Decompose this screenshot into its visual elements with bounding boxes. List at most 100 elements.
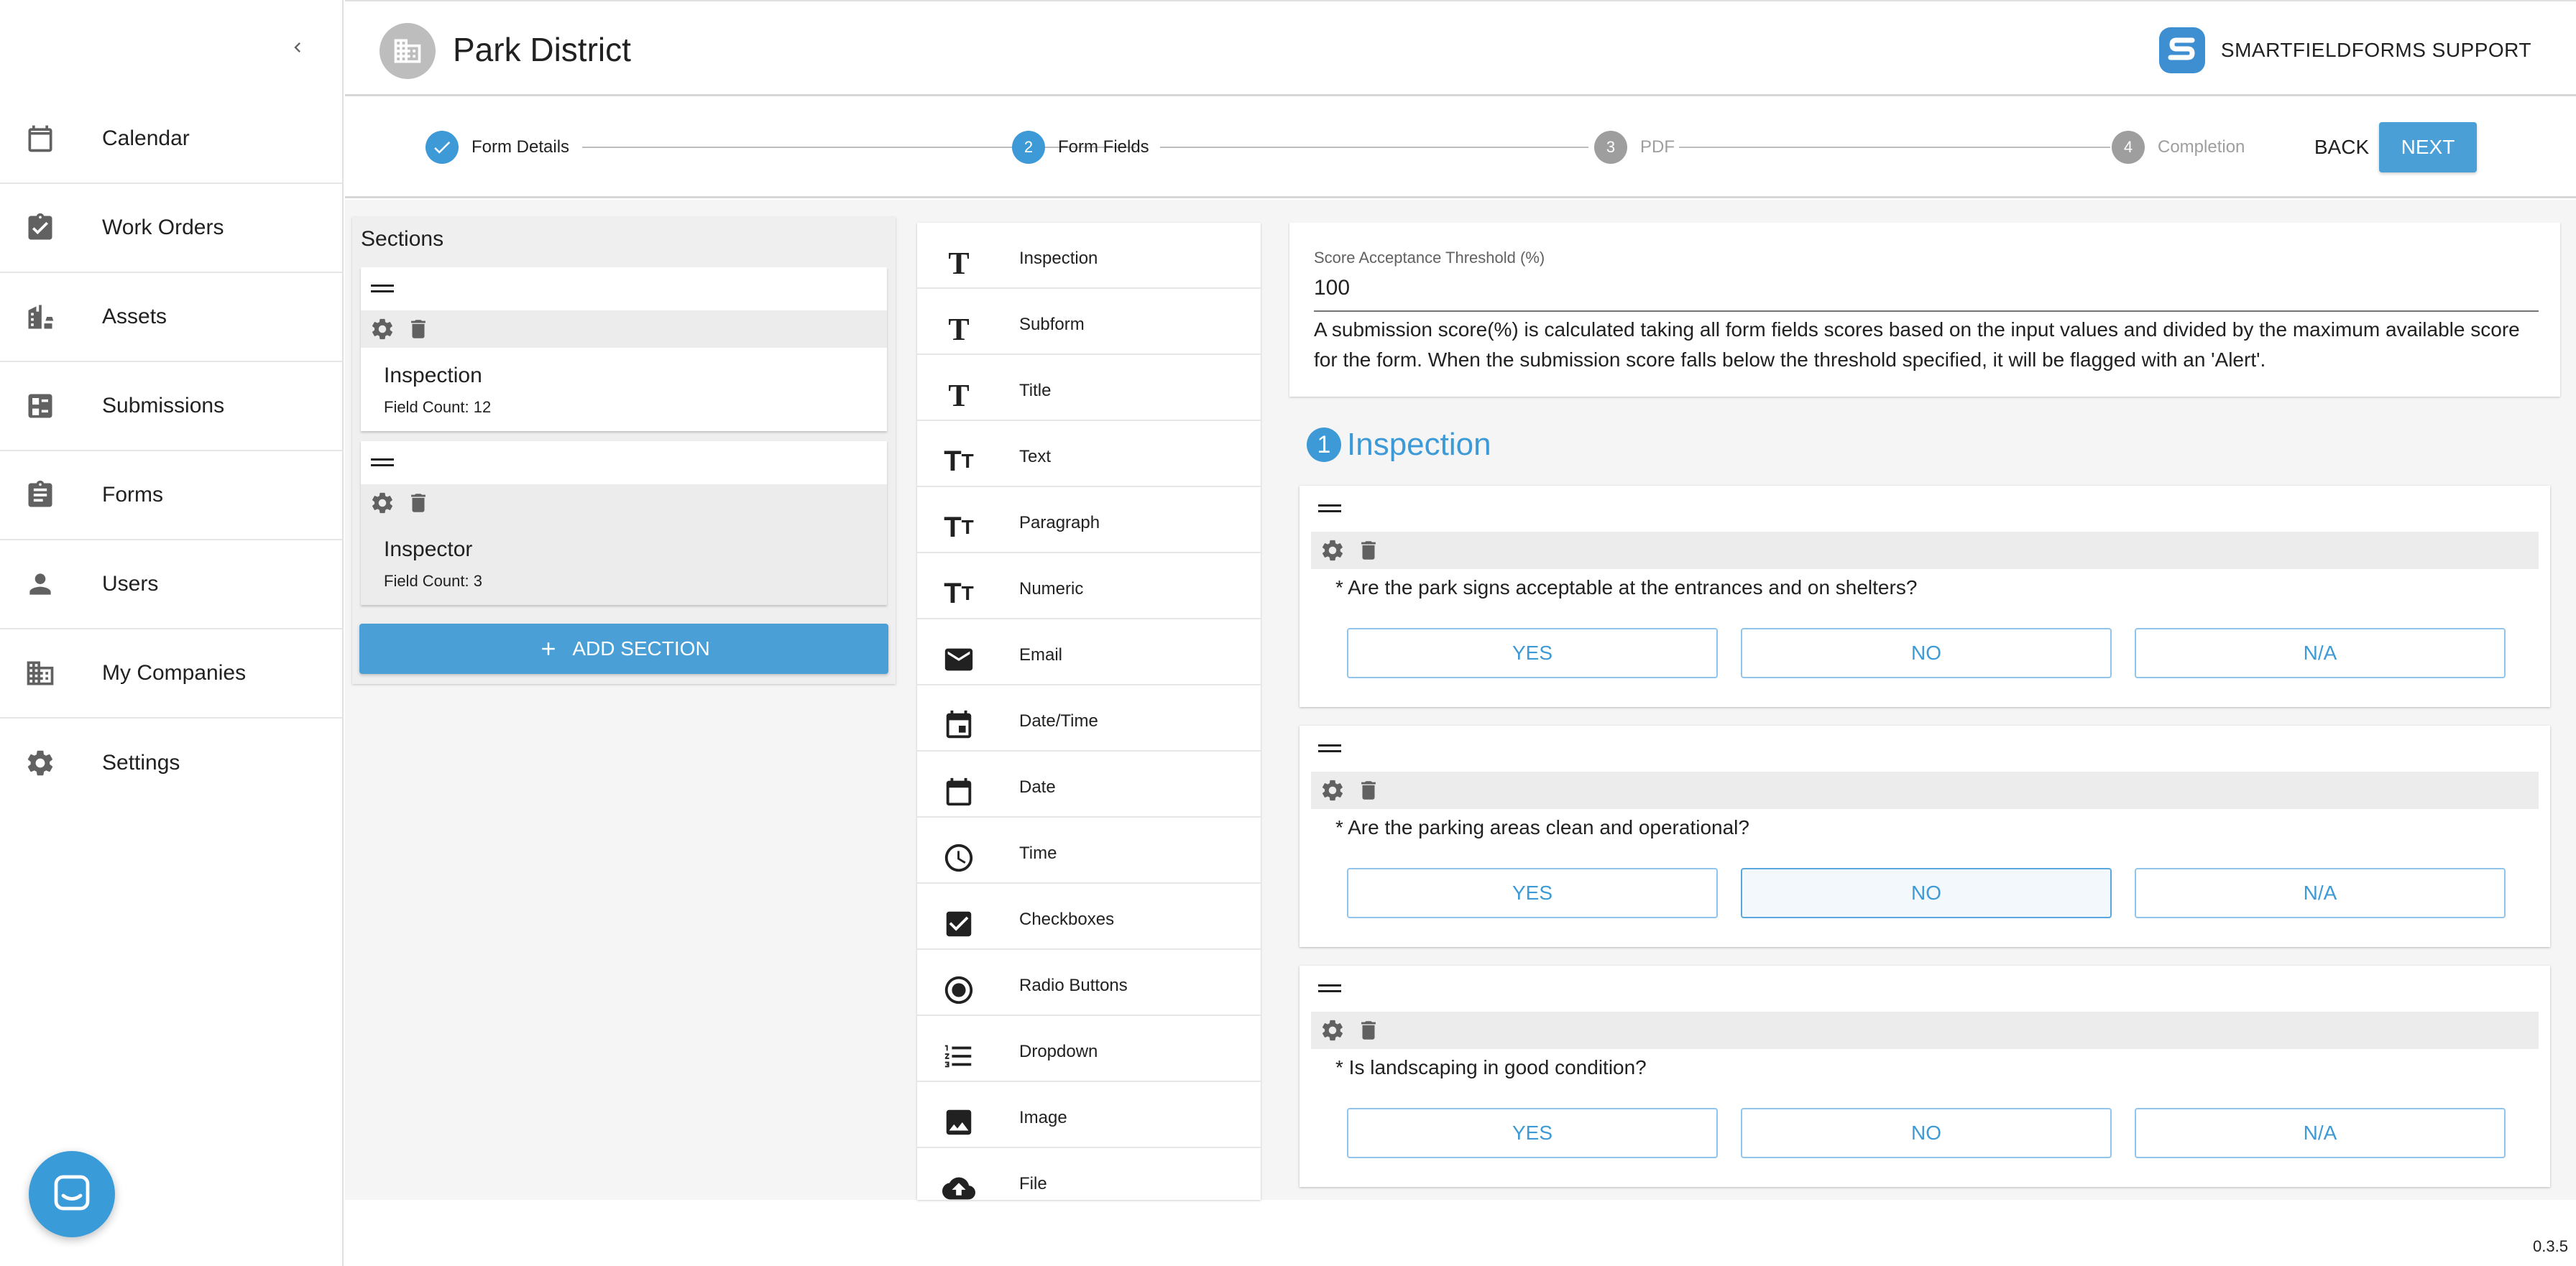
step-label: Form Fields: [1058, 137, 1149, 157]
next-button[interactable]: NEXT: [2379, 122, 2477, 172]
step-completion[interactable]: 4 Completion: [2106, 131, 2251, 164]
section-card[interactable]: Inspection Field Count: 12: [361, 267, 887, 431]
palette-item-radio-buttons[interactable]: Radio Buttons: [917, 950, 1261, 1016]
section-card-body[interactable]: Inspector Field Count: 3: [361, 522, 887, 605]
field-type-palette: T Inspection T Subform T Title TT Text T…: [917, 223, 1261, 1200]
gear-icon[interactable]: [368, 315, 397, 343]
section-card-body[interactable]: Inspection Field Count: 12: [361, 348, 887, 431]
sidebar-item-label: Assets: [102, 305, 167, 328]
app-version: 0.3.5: [2530, 1236, 2571, 1257]
sidebar-item-users[interactable]: Users: [0, 540, 342, 629]
add-section-button[interactable]: ADD SECTION: [359, 624, 888, 674]
drag-handle-icon[interactable]: [1317, 981, 1343, 996]
step-label: PDF: [1640, 137, 1675, 157]
palette-item-file[interactable]: File: [917, 1148, 1261, 1200]
step-form-details[interactable]: Form Details: [426, 131, 569, 164]
question-card[interactable]: * Are the park signs acceptable at the e…: [1300, 486, 2550, 707]
chat-icon: [54, 1175, 90, 1211]
image-icon: [940, 1104, 978, 1141]
clock-icon: [940, 839, 978, 877]
drag-handle-icon[interactable]: [369, 456, 395, 470]
section-actions: [361, 310, 887, 348]
option-na-button[interactable]: N/A: [2135, 1108, 2506, 1158]
gear-icon[interactable]: [1318, 776, 1347, 805]
question-card[interactable]: * Is landscaping in good condition? YES …: [1300, 966, 2550, 1187]
email-icon: [940, 641, 978, 678]
palette-item-dropdown[interactable]: Dropdown: [917, 1016, 1261, 1082]
palette-item-title[interactable]: T Title: [917, 355, 1261, 421]
building-icon: [394, 39, 421, 63]
palette-item-time[interactable]: Time: [917, 818, 1261, 884]
palette-item-label: Subform: [1019, 315, 1085, 334]
gear-icon[interactable]: [368, 489, 397, 517]
gear-icon[interactable]: [1318, 1016, 1347, 1045]
chat-launcher-button[interactable]: [29, 1151, 115, 1237]
threshold-card: Score Acceptance Threshold (%) 100 A sub…: [1289, 223, 2560, 397]
sidebar-item-forms[interactable]: Forms: [0, 451, 342, 540]
palette-item-text[interactable]: TT Text: [917, 421, 1261, 487]
palette-item-image[interactable]: Image: [917, 1082, 1261, 1148]
sidebar-item-label: Users: [102, 572, 159, 596]
palette-item-inspection[interactable]: T Inspection: [917, 223, 1261, 289]
sidebar: Calendar Work Orders Assets Submissions …: [0, 0, 344, 1266]
text-size-icon: TT: [944, 577, 974, 609]
option-na-button[interactable]: N/A: [2135, 868, 2506, 918]
page-title: Park District: [453, 31, 631, 68]
sidebar-item-work-orders[interactable]: Work Orders: [0, 184, 342, 273]
palette-item-label: Dropdown: [1019, 1042, 1098, 1061]
palette-item-label: Image: [1019, 1108, 1067, 1127]
palette-item-email[interactable]: Email: [917, 619, 1261, 685]
threshold-input-underline: [1314, 310, 2539, 312]
palette-item-paragraph[interactable]: TT Paragraph: [917, 487, 1261, 553]
palette-item-subform[interactable]: T Subform: [917, 289, 1261, 355]
palette-item-date[interactable]: Date: [917, 752, 1261, 818]
palette-item-label: Text: [1019, 447, 1052, 466]
sidebar-item-label: Calendar: [102, 126, 190, 150]
option-na-button[interactable]: N/A: [2135, 628, 2506, 678]
trash-icon[interactable]: [404, 489, 433, 517]
brand[interactable]: SMARTFIELDFORMS SUPPORT: [2156, 24, 2531, 76]
drag-handle-icon[interactable]: [369, 282, 395, 296]
user-icon: [24, 568, 56, 600]
option-no-button[interactable]: NO: [1741, 868, 2112, 918]
option-no-button[interactable]: NO: [1741, 628, 2112, 678]
back-button[interactable]: BACK: [2306, 124, 2378, 171]
trash-icon[interactable]: [1354, 536, 1383, 565]
drag-handle-icon[interactable]: [1317, 741, 1343, 756]
sidebar-item-submissions[interactable]: Submissions: [0, 362, 342, 451]
sidebar-item-settings[interactable]: Settings: [0, 719, 342, 808]
sidebar-item-assets[interactable]: Assets: [0, 273, 342, 362]
option-yes-button[interactable]: YES: [1347, 868, 1718, 918]
gear-icon[interactable]: [1318, 536, 1347, 565]
trash-icon[interactable]: [1354, 776, 1383, 805]
sections-title: Sections: [361, 227, 444, 251]
sidebar-item-label: Work Orders: [102, 216, 224, 239]
threshold-help-text: A submission score(%) is calculated taki…: [1314, 318, 2520, 371]
step-pdf[interactable]: 3 PDF: [1588, 131, 1680, 164]
palette-item-date-time[interactable]: Date/Time: [917, 685, 1261, 752]
collapse-sidebar-button[interactable]: [282, 32, 313, 63]
option-yes-button[interactable]: YES: [1347, 1108, 1718, 1158]
question-text: * Are the park signs acceptable at the e…: [1335, 576, 1918, 599]
option-no-button[interactable]: NO: [1741, 1108, 2112, 1158]
sidebar-item-label: Settings: [102, 751, 180, 775]
trash-icon[interactable]: [404, 315, 433, 343]
checkbox-icon: [940, 905, 978, 943]
step-form-fields[interactable]: 2 Form Fields: [1012, 131, 1149, 164]
sidebar-item-my-companies[interactable]: My Companies: [0, 629, 342, 719]
threshold-input[interactable]: 100: [1314, 276, 1350, 300]
drag-handle-icon[interactable]: [1317, 502, 1343, 516]
text-t-icon: T: [948, 245, 970, 281]
section-card[interactable]: Inspector Field Count: 3: [361, 441, 887, 605]
option-yes-button[interactable]: YES: [1347, 628, 1718, 678]
question-card[interactable]: * Are the parking areas clean and operat…: [1300, 726, 2550, 947]
question-options: YES NO N/A: [1347, 1108, 2529, 1158]
palette-item-numeric[interactable]: TT Numeric: [917, 553, 1261, 619]
assets-icon: [24, 301, 56, 333]
trash-icon[interactable]: [1354, 1016, 1383, 1045]
step-number: 3: [1594, 131, 1627, 164]
sidebar-item-calendar[interactable]: Calendar: [0, 95, 342, 184]
plus-icon: [542, 642, 556, 655]
list-icon: [940, 1038, 978, 1075]
palette-item-checkboxes[interactable]: Checkboxes: [917, 884, 1261, 950]
